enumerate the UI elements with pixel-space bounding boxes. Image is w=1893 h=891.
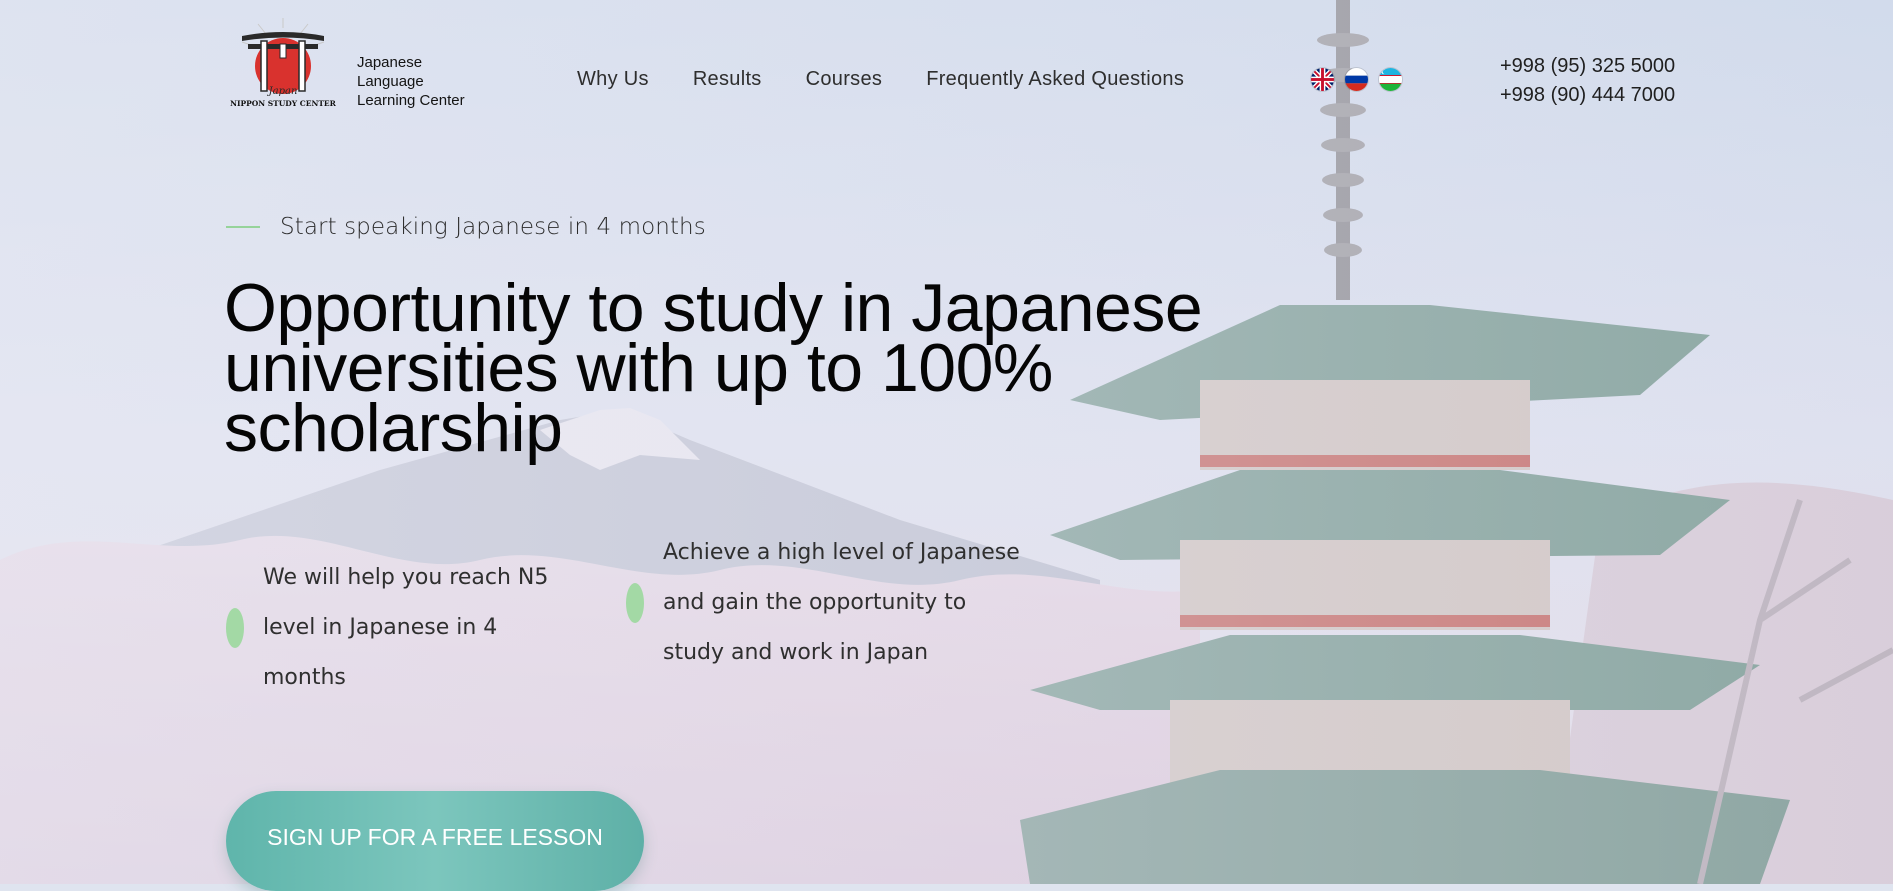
feature-item: Achieve a high level of Japanese and gai…	[626, 528, 1023, 678]
nav-link-why-us[interactable]: Why Us	[577, 68, 649, 91]
contact-phones: +998 (95) 325 5000 +998 (90) 444 7000	[1500, 52, 1675, 110]
brand-name-line: Language	[357, 73, 424, 90]
logo-script-text: Japan	[267, 86, 298, 97]
hero-title: Opportunity to study in Japanese univers…	[224, 270, 1203, 466]
russia-flag-icon[interactable]	[1345, 68, 1368, 91]
uk-flag-icon[interactable]	[1311, 68, 1334, 91]
tagline-text: Start speaking Japanese in 4 months	[280, 214, 706, 240]
brand-name: Japanese Language Learning Center	[357, 53, 497, 110]
logo-caption-text: NIPPON STUDY CENTER	[230, 99, 336, 108]
leaf-bullet-icon	[626, 583, 644, 623]
leaf-bullet-icon	[226, 608, 244, 648]
cta-label: SIGN UP FOR A FREE LESSON	[267, 824, 603, 850]
phone-number[interactable]: +998 (95) 325 5000	[1500, 52, 1675, 81]
feature-text: We will help you reach N5 level in Japan…	[263, 565, 549, 690]
school-logo[interactable]: Japan NIPPON STUDY CENTER	[228, 14, 338, 110]
free-lesson-signup-button[interactable]: SIGN UP FOR A FREE LESSON	[226, 791, 644, 891]
language-switcher	[1311, 68, 1402, 91]
main-nav: Why Us Results Courses Frequently Asked …	[577, 68, 1184, 91]
nav-link-results[interactable]: Results	[693, 68, 762, 91]
nav-link-faq[interactable]: Frequently Asked Questions	[926, 68, 1184, 91]
uzbekistan-flag-icon[interactable]	[1379, 68, 1402, 91]
tagline-dash	[226, 226, 260, 228]
feature-text: Achieve a high level of Japanese and gai…	[663, 540, 1020, 665]
hero-tagline: Start speaking Japanese in 4 months	[226, 214, 706, 240]
torii-logo-icon: Japan NIPPON STUDY CENTER	[230, 18, 337, 108]
feature-item: We will help you reach N5 level in Japan…	[226, 553, 583, 703]
brand-name-line: Learning Center	[357, 92, 465, 109]
brand-name-line: Japanese	[357, 54, 423, 71]
nav-link-courses[interactable]: Courses	[806, 68, 883, 91]
phone-number[interactable]: +998 (90) 444 7000	[1500, 81, 1675, 110]
